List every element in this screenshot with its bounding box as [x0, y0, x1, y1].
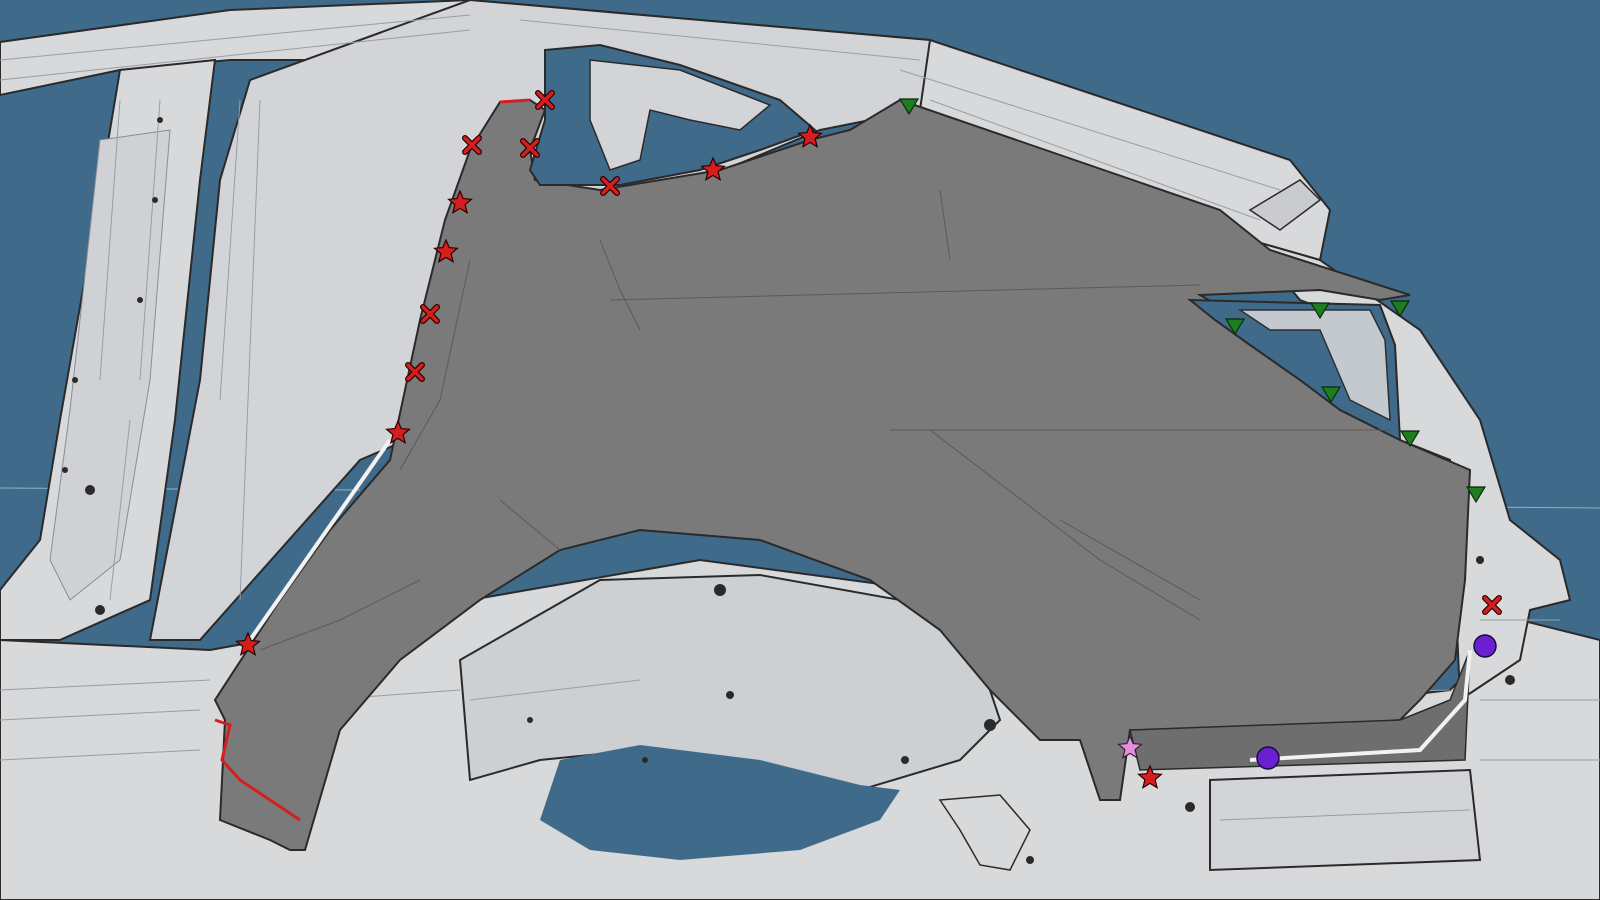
vehicle-body-model[interactable] [0, 0, 1600, 900]
purple-circle-icon[interactable] [1256, 746, 1280, 770]
cad-viewport[interactable] [0, 0, 1600, 900]
red-edge-top [499, 98, 531, 104]
rear-floor-opening [1209, 768, 1482, 872]
purple-circle-icon[interactable] [1473, 634, 1497, 658]
